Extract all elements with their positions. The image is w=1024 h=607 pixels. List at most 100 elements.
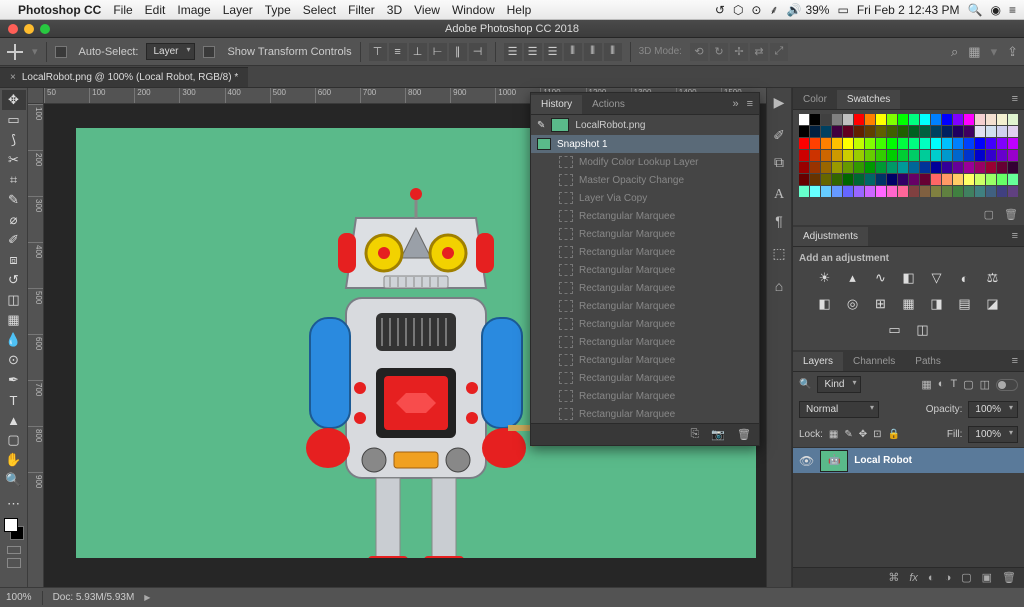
swatch[interactable] <box>931 186 941 197</box>
swatch[interactable] <box>920 150 930 161</box>
swatch[interactable] <box>964 138 974 149</box>
swatch[interactable] <box>832 186 842 197</box>
menu-edit[interactable]: Edit <box>145 3 166 17</box>
hue-saturation-icon[interactable]: ◐ <box>956 270 974 286</box>
type-tool[interactable]: T <box>2 390 26 410</box>
swatch[interactable] <box>810 138 820 149</box>
black-white-icon[interactable]: ◧ <box>816 296 834 312</box>
swatch[interactable] <box>1008 162 1018 173</box>
wifi-icon[interactable]: ⸙ <box>769 1 778 18</box>
distribute-right-button[interactable]: ⦀ <box>604 43 622 61</box>
delete-state-icon[interactable]: 🗑 <box>737 428 751 441</box>
layer-row[interactable]: 👁 🤖 Local Robot <box>793 447 1024 473</box>
selective-color-icon[interactable]: ◫ <box>914 322 932 338</box>
layer-filter-dropdown[interactable]: Kind <box>817 376 861 393</box>
blend-mode-dropdown[interactable]: Normal <box>799 401 879 418</box>
swatch[interactable] <box>909 162 919 173</box>
swatch[interactable] <box>854 114 864 125</box>
learn-panel-icon[interactable]: ⌂ <box>775 278 783 294</box>
ruler-origin[interactable] <box>28 88 44 104</box>
close-tab-icon[interactable]: × <box>10 72 16 83</box>
create-document-from-state-icon[interactable]: ⎘ <box>691 428 700 441</box>
swatch[interactable] <box>942 126 952 137</box>
libraries-panel-icon[interactable]: ⬚ <box>772 245 785 262</box>
swatch[interactable] <box>887 114 897 125</box>
menu-filter[interactable]: Filter <box>348 3 375 17</box>
zoom-tool[interactable]: 🔍 <box>2 470 26 490</box>
history-state-row[interactable]: Rectangular Marquee <box>531 351 759 369</box>
collapse-panel-icon[interactable]: » <box>732 98 738 110</box>
new-fill-adjustment-icon[interactable]: ◑ <box>945 572 952 584</box>
blur-tool[interactable]: 💧 <box>2 330 26 350</box>
swatch[interactable] <box>909 114 919 125</box>
swatch[interactable] <box>942 138 952 149</box>
swatch[interactable] <box>964 150 974 161</box>
swatch[interactable] <box>799 138 809 149</box>
brushes-panel-icon[interactable]: ✐ <box>773 127 785 144</box>
swatch[interactable] <box>887 138 897 149</box>
eyedropper-tool[interactable]: ✎ <box>2 190 26 210</box>
swatch[interactable] <box>986 174 996 185</box>
swatch[interactable] <box>931 126 941 137</box>
history-state-row[interactable]: Layer Via Copy <box>531 189 759 207</box>
swatch[interactable] <box>821 162 831 173</box>
swatch[interactable] <box>799 174 809 185</box>
align-bottom-button[interactable]: ⊥ <box>409 43 427 61</box>
history-state-row[interactable]: Rectangular Marquee <box>531 333 759 351</box>
swatch[interactable] <box>1008 114 1018 125</box>
layer-name[interactable]: Local Robot <box>854 455 912 466</box>
swatch[interactable] <box>953 114 963 125</box>
swatch[interactable] <box>810 186 820 197</box>
layers-panel-menu-icon[interactable]: ≡ <box>1006 351 1024 371</box>
swatch[interactable] <box>810 174 820 185</box>
swatch[interactable] <box>942 114 952 125</box>
swatch[interactable] <box>1008 126 1018 137</box>
swatch[interactable] <box>887 150 897 161</box>
swatch[interactable] <box>931 162 941 173</box>
swatch[interactable] <box>997 150 1007 161</box>
history-source-row[interactable]: ✎ LocalRobot.png <box>531 115 759 135</box>
swatch[interactable] <box>854 186 864 197</box>
layer-style-icon[interactable]: fx <box>909 572 918 584</box>
tab-layers[interactable]: Layers <box>793 352 843 371</box>
swatch[interactable] <box>821 114 831 125</box>
auto-select-checkbox[interactable] <box>55 46 67 58</box>
swatch[interactable] <box>887 126 897 137</box>
display-icon[interactable]: ⊙ <box>751 3 761 17</box>
swatch[interactable] <box>942 186 952 197</box>
quick-selection-tool[interactable]: ✂ <box>2 150 26 170</box>
levels-icon[interactable]: ▴ <box>844 270 862 286</box>
brightness-contrast-icon[interactable]: ☀ <box>816 270 834 286</box>
quick-mask-toggle[interactable] <box>2 546 26 554</box>
rectangle-tool[interactable]: ▢ <box>2 430 26 450</box>
menu-help[interactable]: Help <box>507 3 532 17</box>
lock-pixels-icon[interactable]: ✎ <box>844 429 852 440</box>
brush-tool[interactable]: ✐ <box>2 230 26 250</box>
exposure-icon[interactable]: ◧ <box>900 270 918 286</box>
foreground-color-swatch[interactable] <box>4 518 18 532</box>
sync-icon[interactable]: ↺ <box>715 3 725 17</box>
swatch[interactable] <box>821 174 831 185</box>
swatch[interactable] <box>821 150 831 161</box>
swatch[interactable] <box>975 138 985 149</box>
curves-icon[interactable]: ∿ <box>872 270 890 286</box>
channel-mixer-icon[interactable]: ⊞ <box>872 296 890 312</box>
menu-select[interactable]: Select <box>303 3 336 17</box>
delete-swatch-icon[interactable]: 🗑 <box>1004 208 1018 221</box>
link-layers-icon[interactable]: ⌘ <box>888 571 899 584</box>
swatch[interactable] <box>898 174 908 185</box>
foreground-background-colors[interactable] <box>2 516 26 542</box>
tab-swatches[interactable]: Swatches <box>837 90 900 109</box>
history-state-row[interactable]: Modify Color Lookup Layer <box>531 153 759 171</box>
history-state-row[interactable]: Rectangular Marquee <box>531 225 759 243</box>
swatch[interactable] <box>898 186 908 197</box>
swatch[interactable] <box>931 174 941 185</box>
tab-channels[interactable]: Channels <box>843 352 905 371</box>
swatch[interactable] <box>909 138 919 149</box>
fill-value-dropdown[interactable]: 100% <box>968 426 1018 443</box>
3d-zoom-button[interactable]: ⤢ <box>770 43 788 61</box>
swatch[interactable] <box>854 150 864 161</box>
history-state-row[interactable]: Rectangular Marquee <box>531 297 759 315</box>
swatch[interactable] <box>997 162 1007 173</box>
gradient-tool[interactable]: ▦ <box>2 310 26 330</box>
